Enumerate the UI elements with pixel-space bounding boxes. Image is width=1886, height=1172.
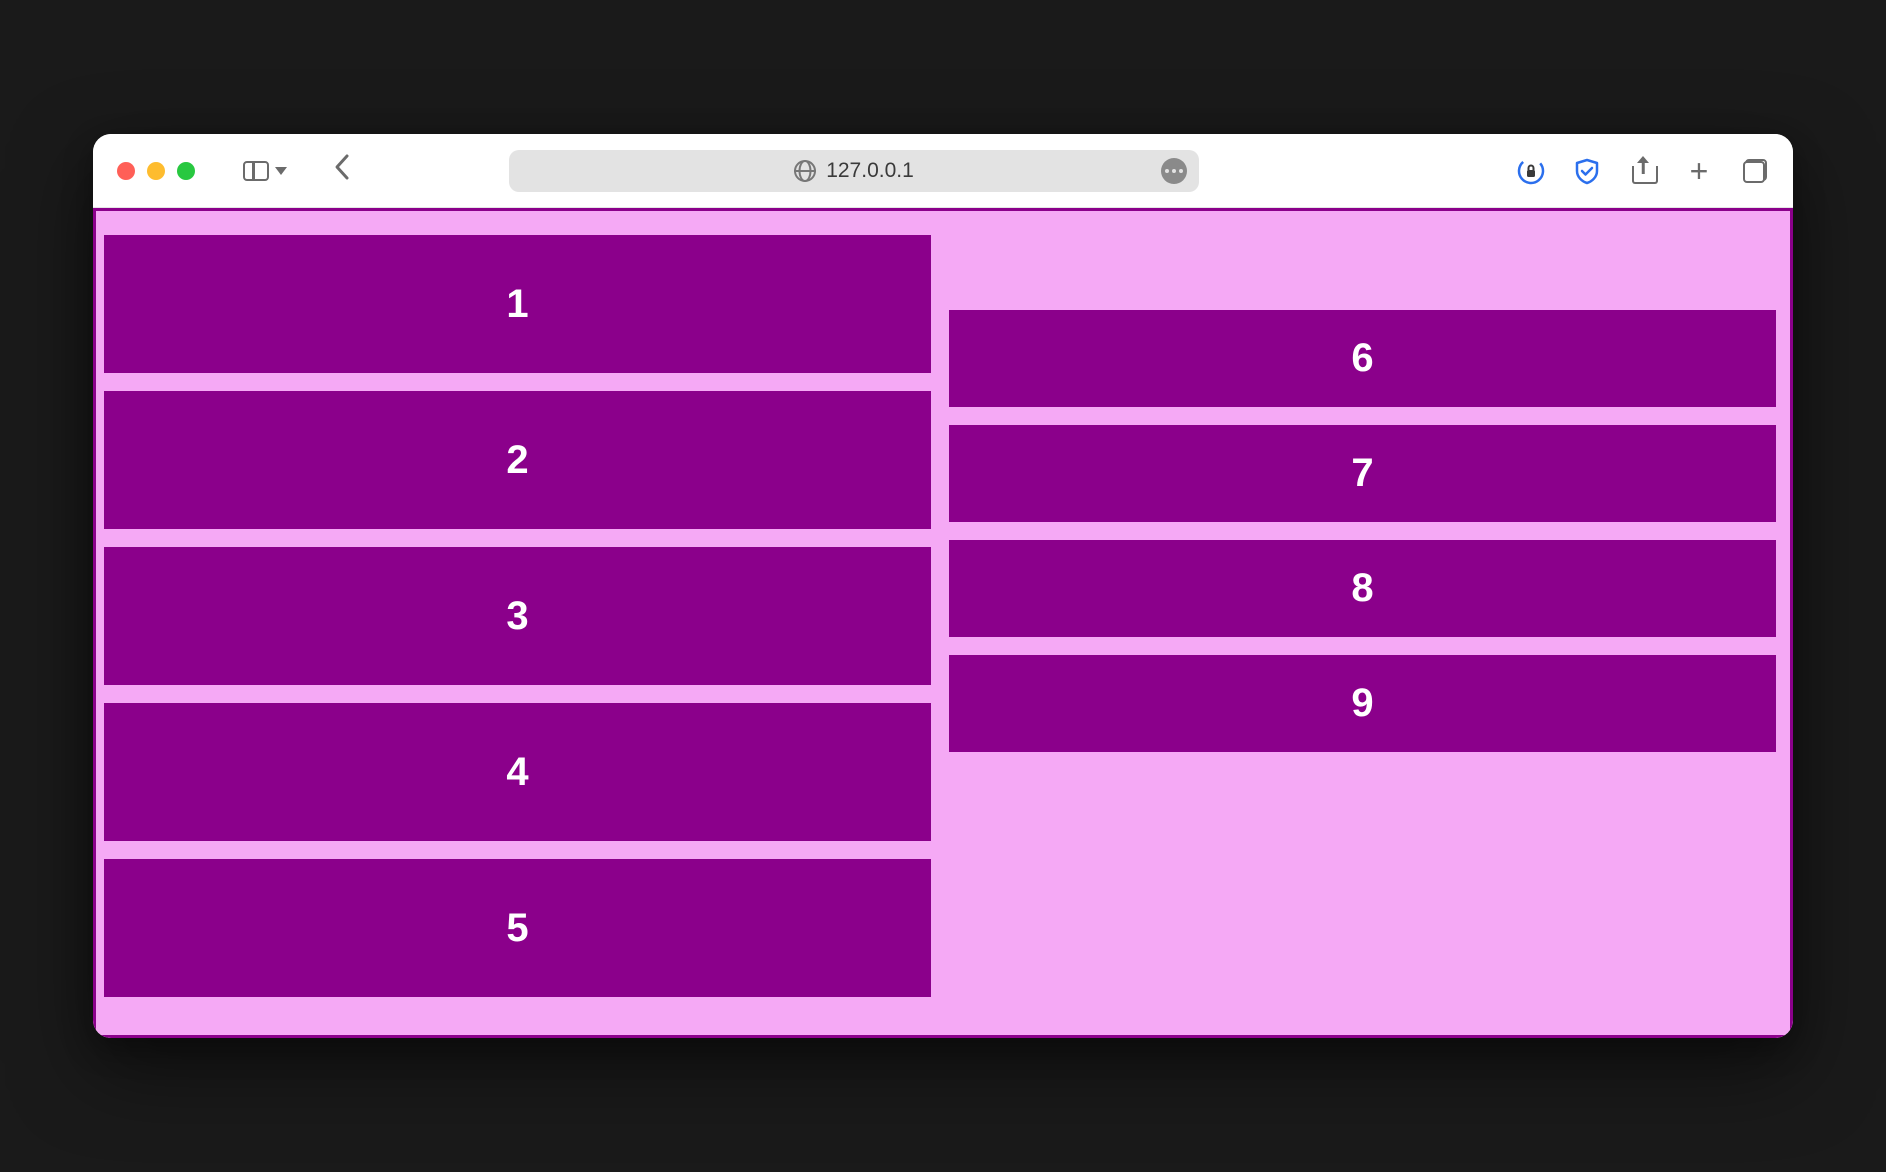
flex-item-7: 7 (949, 425, 1776, 522)
browser-window: 127.0.0.1 + (93, 134, 1793, 1038)
shield-button[interactable] (1573, 157, 1601, 185)
sidebar-toggle[interactable] (243, 161, 287, 181)
flex-item-4: 4 (104, 703, 931, 841)
flex-item-2: 2 (104, 391, 931, 529)
globe-icon (794, 160, 816, 182)
tab-overview-button[interactable] (1741, 157, 1769, 185)
flex-item-1: 1 (104, 235, 931, 373)
back-button[interactable] (333, 153, 351, 189)
page-settings-button[interactable] (1161, 158, 1187, 184)
flex-container: 1 2 3 4 5 6 7 8 9 (93, 208, 1793, 1038)
traffic-lights (117, 162, 195, 180)
titlebar: 127.0.0.1 + (93, 134, 1793, 208)
chevron-down-icon (275, 167, 287, 175)
flex-item-3: 3 (104, 547, 931, 685)
flex-item-8: 8 (949, 540, 1776, 637)
sidebar-icon (243, 161, 269, 181)
privacy-report-button[interactable] (1517, 157, 1545, 185)
toolbar-right: + (1517, 157, 1769, 185)
address-bar[interactable]: 127.0.0.1 (509, 150, 1199, 192)
maximize-window-button[interactable] (177, 162, 195, 180)
address-text: 127.0.0.1 (826, 159, 914, 183)
page-content: 1 2 3 4 5 6 7 8 9 (93, 208, 1793, 1038)
spacer (949, 235, 1776, 292)
new-tab-button[interactable]: + (1685, 157, 1713, 185)
flex-item-5: 5 (104, 859, 931, 997)
share-button[interactable] (1629, 157, 1657, 185)
flex-item-9: 9 (949, 655, 1776, 752)
minimize-window-button[interactable] (147, 162, 165, 180)
close-window-button[interactable] (117, 162, 135, 180)
flex-item-6: 6 (949, 310, 1776, 407)
